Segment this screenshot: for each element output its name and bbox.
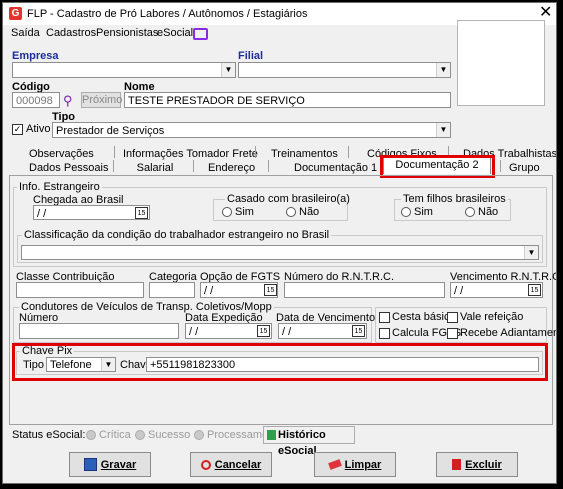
tab-endereco[interactable]: Endereço [208,162,255,174]
cancel-icon [200,459,211,470]
casado-nao-label: Não [299,206,320,218]
photo-frame[interactable] [457,20,545,106]
calendar-icon[interactable]: 15 [528,284,541,296]
tab-separator [113,160,114,172]
main-window: G FLP - Cadastro de Pró Labores / Autôno… [2,2,557,484]
cancelar-button[interactable]: Cancelar [190,452,272,477]
casado-sim-label: Sim [235,206,254,218]
status-esocial-label: Status eSocial: [12,429,86,441]
history-icon [267,430,276,440]
casado-title: Casado com brasileiro(a) [225,193,352,205]
calendar-icon[interactable]: 15 [264,284,277,296]
vale-refeicao-label: Vale refeição [460,311,524,323]
calendar-icon[interactable]: 15 [135,207,148,219]
limpar-button[interactable]: Limpar [314,452,396,477]
ativo-label: Ativo [26,123,51,135]
processamento-radio [194,430,204,440]
historico-esocial-button[interactable]: Histórico eSocial [263,426,355,457]
classificacao-title: Classificação da condição do trabalhador… [22,229,332,241]
filial-label: Filial [238,50,264,62]
trash-icon [452,459,462,470]
filial-select[interactable]: ▼ [238,62,451,78]
window-title: FLP - Cadastro de Pró Labores / Autônomo… [27,8,308,20]
casado-sim-radio[interactable] [222,207,232,217]
save-icon [83,458,97,471]
recebe-adiantamento-checkbox[interactable] [447,328,458,339]
chevron-down-icon: ▼ [436,123,450,137]
codigo-input[interactable]: 000098 [12,92,60,108]
calendar-icon[interactable]: 15 [352,325,365,337]
tab-separator [255,146,256,158]
tab-separator [268,160,269,172]
tab-dados-pessoais[interactable]: Dados Pessoais [29,162,109,174]
tipo-select[interactable]: Prestador de Serviços ▼ [52,122,451,138]
calendar-icon[interactable]: 15 [257,325,270,337]
app-logo-icon: G [9,7,22,20]
classificacao-select[interactable]: ▼ [21,245,539,260]
cesta-basica-checkbox[interactable] [379,312,390,323]
menu-cadastros[interactable]: Cadastros [46,27,96,39]
categoria-input[interactable] [149,282,195,298]
classe-contribuicao-input[interactable] [16,282,144,298]
tab-informacoes-tomador-frete[interactable]: Informações Tomador Frete [123,148,258,160]
calcula-fgts-checkbox[interactable] [379,328,390,339]
excluir-button[interactable]: Excluir [436,452,518,477]
critica-radio [86,430,96,440]
tab-separator [193,160,194,172]
highlight-chave-pix [12,343,548,381]
filhos-sim-radio[interactable] [401,207,411,217]
proximo-button[interactable]: Próximo [81,92,122,108]
tab-observacoes[interactable]: Observações [29,148,94,160]
filhos-nao-radio[interactable] [465,207,475,217]
ativo-checkbox[interactable]: ✓ [12,124,23,135]
empresa-select[interactable]: ▼ [12,62,236,78]
critica-label: Crítica [99,429,131,441]
tab-grupo[interactable]: Grupo [509,162,540,174]
search-icon[interactable]: ⚲ [63,93,73,109]
casado-nao-radio[interactable] [286,207,296,217]
chegada-input[interactable]: / / [33,205,150,220]
filhos-sim-label: Sim [414,206,433,218]
tab-separator [500,160,501,172]
empresa-label: Empresa [12,50,59,62]
recebe-adiantamento-label: Recebe Adiantamento [460,327,556,339]
filhos-title: Tem filhos brasileiros [401,193,508,205]
nome-input[interactable]: TESTE PRESTADOR DE SERVIÇO [124,92,451,108]
info-estrangeiro-title: Info. Estrangeiro [17,181,102,193]
tab-treinamentos[interactable]: Treinamentos [271,148,338,160]
menu-saida[interactable]: Saída [11,27,40,39]
numero-input[interactable] [19,323,179,339]
chevron-down-icon: ▼ [524,246,538,259]
chat-icon[interactable] [193,28,208,40]
menu-pensionistas[interactable]: Pensionistas [96,27,158,39]
sucesso-radio [135,430,145,440]
tab-salarial[interactable]: Salarial [133,162,177,174]
tab-separator [114,146,115,158]
gravar-button[interactable]: Gravar [69,452,151,477]
tab-separator [348,146,349,158]
filhos-nao-label: Não [478,206,499,218]
chevron-down-icon: ▼ [436,63,450,77]
menu-esocial[interactable]: eSocial [157,27,193,39]
close-icon[interactable]: ✕ [539,5,552,21]
vale-refeicao-checkbox[interactable] [447,312,458,323]
rntrc-input[interactable] [284,282,445,298]
sucesso-label: Sucesso [148,429,191,441]
chevron-down-icon: ▼ [221,63,235,77]
tab-documentacao-1[interactable]: Documentação 1 [294,162,377,174]
eraser-icon [327,459,342,470]
